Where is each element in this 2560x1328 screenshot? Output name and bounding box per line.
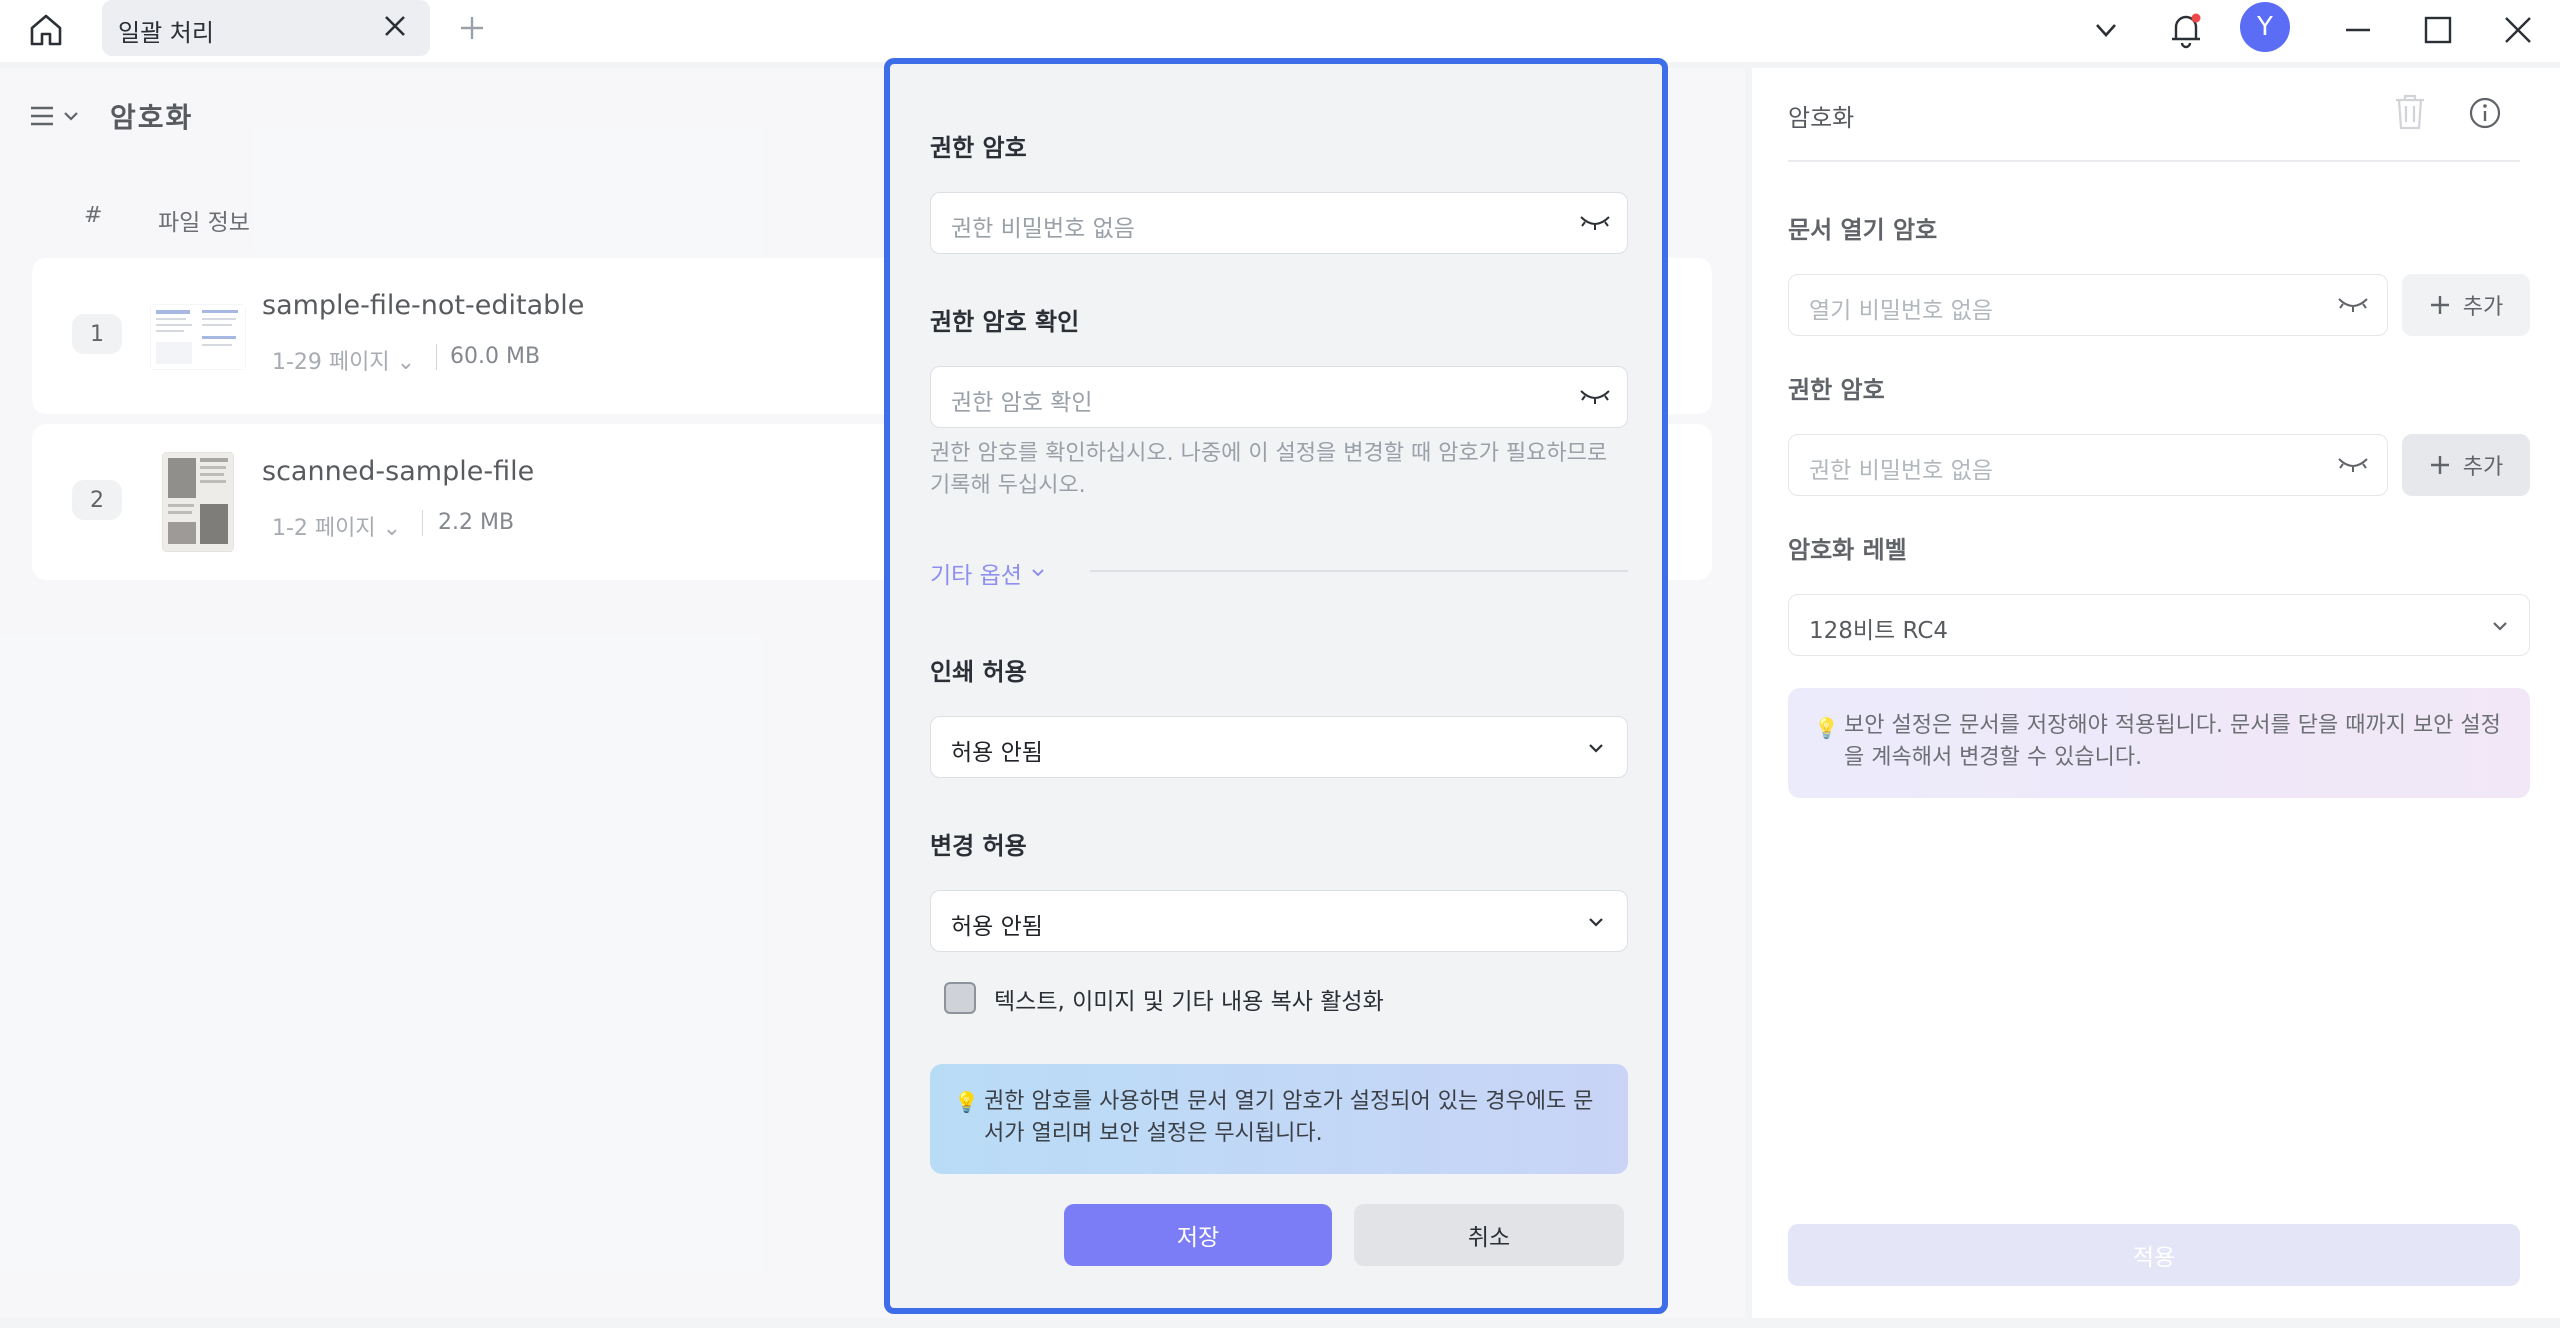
change-permission-label: 변경 허용 [930, 832, 1027, 860]
tab-title: 일괄 처리 [118, 19, 214, 47]
copy-enable-label: 텍스트, 이미지 및 기타 내용 복사 활성화 [994, 989, 1384, 1015]
close-icon[interactable] [382, 13, 408, 39]
title-bar: 일괄 처리 Y [0, 0, 2560, 62]
confirm-password-label: 권한 암호 확인 [930, 308, 1080, 336]
copy-enable-checkbox[interactable] [944, 982, 976, 1014]
cancel-button[interactable]: 취소 [1354, 1204, 1624, 1266]
notification-button[interactable] [2162, 6, 2210, 54]
chevron-down-icon [2096, 24, 2116, 37]
tab-list-button[interactable] [2082, 6, 2130, 54]
close-window-icon [2505, 17, 2531, 43]
bell-icon [2172, 13, 2201, 49]
chevron-down-icon [1032, 569, 1044, 577]
permission-info-note: 💡 권한 암호를 사용하면 문서 열기 암호가 설정되어 있는 경우에도 문서가… [930, 1064, 1628, 1174]
minimize-button[interactable] [2334, 6, 2382, 54]
minimize-icon [2346, 28, 2370, 32]
tab-batch[interactable]: 일괄 처리 [102, 0, 430, 56]
maximize-button[interactable] [2414, 6, 2462, 54]
confirm-password-input[interactable]: 권한 암호 확인 [930, 366, 1628, 428]
lightbulb-icon: 💡 [954, 1090, 979, 1114]
chevron-down-icon [1589, 918, 1603, 927]
print-permission-select[interactable]: 허용 안됨 [930, 716, 1628, 778]
avatar[interactable]: Y [2240, 2, 2290, 52]
confirm-help-text: 권한 암호를 확인하십시오. 나중에 이 설정을 변경할 때 암호가 필요하므로… [930, 441, 1608, 498]
divider [1090, 570, 1628, 572]
plus-icon[interactable] [456, 12, 488, 44]
maximize-icon [2424, 16, 2452, 44]
home-button[interactable] [22, 6, 70, 54]
permission-password-input[interactable]: 권한 비밀번호 없음 [930, 192, 1628, 254]
home-icon [30, 14, 62, 46]
chevron-down-icon [1589, 744, 1603, 753]
eye-closed-icon[interactable] [1579, 213, 1611, 233]
change-permission-select[interactable]: 허용 안됨 [930, 890, 1628, 952]
print-permission-label: 인쇄 허용 [930, 658, 1027, 686]
close-window-button[interactable] [2494, 6, 2542, 54]
permission-password-label: 권한 암호 [930, 134, 1027, 162]
permission-password-dialog: 권한 암호 권한 비밀번호 없음 권한 암호 확인 권한 암호 확인 권한 암호… [884, 58, 1668, 1314]
eye-closed-icon[interactable] [1579, 387, 1611, 407]
save-button[interactable]: 저장 [1064, 1204, 1332, 1266]
more-options-toggle[interactable]: 기타 옵션 [930, 556, 1046, 590]
